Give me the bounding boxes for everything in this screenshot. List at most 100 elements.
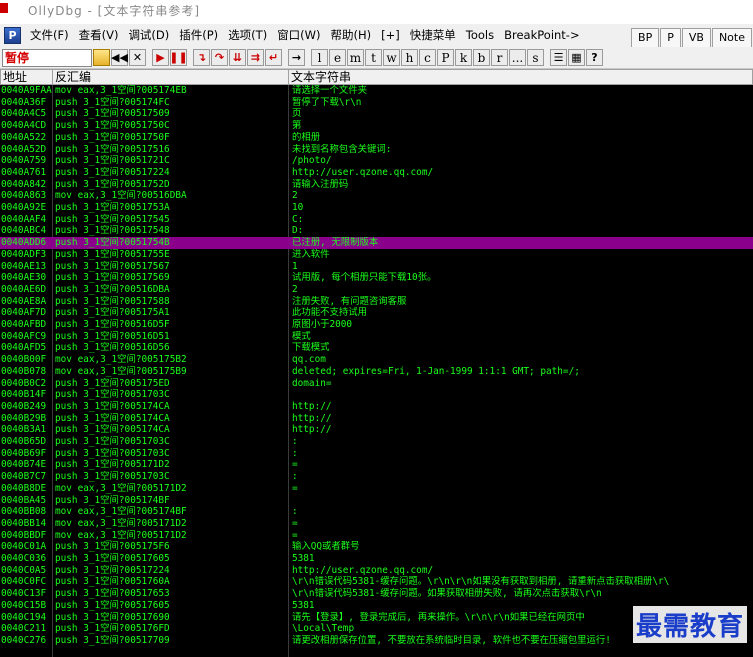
table-row[interactable]: 0040BBDF mov eax,3_1空间?005171D2 = (0, 530, 753, 542)
table-row[interactable]: 0040B14F push 3_1空间?0051703C (0, 389, 753, 401)
table-row[interactable]: 0040B69F push 3_1空间?0051703C: (0, 448, 753, 460)
references-button[interactable]: r (491, 49, 508, 66)
table-row[interactable]: 0040B8DE mov eax,3_1空间?005171D2 = (0, 483, 753, 495)
table-row[interactable]: 0040ABC4 push 3_1空间?00517548 D: (0, 225, 753, 237)
table-row[interactable]: 0040B3A1 push 3_1空间?005174CA http:// (0, 424, 753, 436)
grid-icon[interactable]: ▦ (568, 49, 585, 66)
table-row[interactable]: 0040C13F push 3_1空间?00517653 \r\n错误代码5381-… (0, 588, 753, 600)
step-over-icon[interactable]: ↷ (211, 49, 228, 66)
disasm-cell: push 3_1空间?00517605 (55, 553, 170, 564)
table-row[interactable]: 0040A52D push 3_1空间?00517516 未找到名称包含关键词: (0, 144, 753, 156)
tab-p[interactable]: P (660, 28, 681, 47)
pause-icon[interactable]: ❚❚ (169, 49, 188, 66)
table-row[interactable]: 0040AE8A push 3_1空间?00517588 注册失败, 有问题咨询客服 (0, 296, 753, 308)
table-row[interactable]: 0040B7C7 push 3_1空间?0051703C: (0, 471, 753, 483)
table-row[interactable]: 0040B0C2 push 3_1空间?005175ED domain= (0, 378, 753, 390)
execute-till-return-icon[interactable]: ↵ (265, 49, 282, 66)
table-row[interactable]: 0040C01A push 3_1空间?005175F6 输入QQ或者群号 (0, 541, 753, 553)
rewind-icon[interactable]: ◀◀ (111, 49, 128, 66)
table-row[interactable]: 0040A36F push 3_1空间?005174FC 暂停了下载\r\n (0, 97, 753, 109)
app-p-icon[interactable]: P (4, 27, 21, 44)
column-header-text[interactable]: 文本字符串 (288, 69, 753, 85)
table-row[interactable]: 0040B249 push 3_1空间?005174CA http:// (0, 401, 753, 413)
list-icon[interactable]: ☰ (550, 49, 567, 66)
table-row[interactable]: 0040B65D push 3_1空间?0051703C: (0, 436, 753, 448)
patches-button[interactable]: P (437, 49, 454, 66)
cpu-button[interactable]: c (419, 49, 436, 66)
menu-plus[interactable]: [+] (376, 25, 405, 46)
trace-into-icon[interactable]: ⇊ (229, 49, 246, 66)
menu-window[interactable]: 窗口(W) (272, 25, 325, 46)
table-row[interactable]: 0040AFC9 push 3_1空间?00516D51 模式 (0, 331, 753, 343)
column-header-disasm[interactable]: 反汇编 (52, 69, 289, 85)
table-row[interactable]: 0040B00F mov eax,3_1空间?005175B2 qq.com (0, 354, 753, 366)
table-row[interactable]: 0040AE30 push 3_1空间?00517569 试用版, 每个相册只能下载… (0, 272, 753, 284)
run-icon[interactable]: ▶ (152, 49, 169, 66)
column-header-address[interactable]: 地址 (0, 69, 53, 85)
trace-over-icon[interactable]: ⇉ (247, 49, 264, 66)
handles-button[interactable]: h (401, 49, 418, 66)
table-row[interactable]: 0040A761 push 3_1空间?00517224 http://user.q… (0, 167, 753, 179)
close-icon[interactable]: ✕ (129, 49, 146, 66)
table-row[interactable]: 0040AE13 push 3_1空间?00517567 1 (0, 261, 753, 273)
table-row[interactable]: 0040A4CD push 3_1空间?0051750C 第 (0, 120, 753, 132)
table-row[interactable]: 0040B078 mov eax,3_1空间?005175B9 deleted; e… (0, 366, 753, 378)
table-row[interactable]: 0040BA45 push 3_1空间?005174BF (0, 495, 753, 507)
table-row[interactable]: 0040C0FC push 3_1空间?0051760A \r\n错误代码5381-… (0, 576, 753, 588)
breakpoints-button[interactable]: b (473, 49, 490, 66)
table-row[interactable]: 0040B74E push 3_1空间?005171D2 = (0, 459, 753, 471)
menu-plugins[interactable]: 插件(P) (174, 25, 223, 46)
tab-bp[interactable]: BP (631, 28, 660, 47)
disasm-cell: push 3_1空间?00517709 (55, 634, 170, 646)
address-cell: 0040AFBD (1, 319, 47, 330)
menu-tools[interactable]: Tools (461, 25, 499, 46)
table-row[interactable]: 0040C036 push 3_1空间?00517605 5381 (0, 553, 753, 565)
menu-options[interactable]: 选项(T) (223, 25, 272, 46)
menu-view[interactable]: 查看(V) (74, 25, 124, 46)
help-icon[interactable]: ? (586, 49, 603, 66)
goto-icon[interactable]: → (288, 49, 305, 66)
open-folder-icon[interactable] (93, 49, 110, 66)
table-row[interactable]: 0040B29B push 3_1空间?005174CA http:// (0, 413, 753, 425)
table-row[interactable]: 0040A842 push 3_1空间?0051752D 请输入注册码 (0, 179, 753, 191)
table-row[interactable]: 0040BB14 mov eax,3_1空间?005171D2 = (0, 518, 753, 530)
menu-breakpoint[interactable]: BreakPoint-> (499, 25, 585, 46)
menu-shortcut[interactable]: 快捷菜单 (405, 25, 461, 46)
table-row[interactable]: 0040A863 mov eax,3_1空间?00516DBA 2 (0, 190, 753, 202)
executable-modules-button[interactable]: e (329, 49, 346, 66)
table-row[interactable]: 0040AF7D push 3_1空间?005175A1 此功能不支持试用 (0, 307, 753, 319)
table-row[interactable]: 0040A92E push 3_1空间?0051753A 10 (0, 202, 753, 214)
string-references-list[interactable]: 0040A9FAA mov eax,3_1空间?005174EB 请选择一个文件夹 0… (0, 85, 753, 657)
table-row[interactable]: 0040A4C5 push 3_1空间?00517509 页 (0, 108, 753, 120)
memory-map-button[interactable]: m (347, 49, 364, 66)
tab-vb[interactable]: VB (681, 28, 711, 47)
windows-button[interactable]: w (383, 49, 400, 66)
step-into-icon[interactable]: ↴ (193, 49, 210, 66)
source-button[interactable]: s (527, 49, 544, 66)
tab-note[interactable]: Note (711, 28, 752, 47)
log-button[interactable]: l (311, 49, 328, 66)
disasm-cell: push 3_1空间?0051754B (55, 237, 170, 249)
table-row[interactable]: 0040A522 push 3_1空间?0051750F 的相册 (0, 132, 753, 144)
text-cell: = (292, 529, 298, 541)
table-row[interactable]: 0040AE6D push 3_1空间?00516DBA 2 (0, 284, 753, 296)
text-cell: http://user.qzone.qq.com/ (292, 564, 434, 576)
text-cell: 页 (292, 108, 302, 120)
table-row[interactable]: 0040AFD5 push 3_1空间?00516D56 下载模式 (0, 342, 753, 354)
table-row[interactable]: 0040A759 push 3_1空间?0051721C/photo/ (0, 155, 753, 167)
threads-button[interactable]: t (365, 49, 382, 66)
disasm-cell: push 3_1空间?00516D56 (55, 342, 170, 354)
table-row[interactable]: 0040AFBD push 3_1空间?00516D5F 原图小于2000 (0, 319, 753, 331)
table-row[interactable]: 0040A9FAA mov eax,3_1空间?005174EB 请选择一个文件夹 (0, 85, 753, 97)
table-row-selected[interactable]: 0040ADD6 push 3_1空间?0051754B 已注册, 无限制版本 (0, 237, 753, 249)
run-trace-button[interactable]: ... (509, 49, 526, 66)
menu-debug[interactable]: 调试(D) (123, 25, 174, 46)
table-row[interactable]: 0040AAF4 push 3_1空间?00517545 C: (0, 214, 753, 226)
menu-help[interactable]: 帮助(H) (326, 25, 377, 46)
table-row[interactable]: 0040ADF3 push 3_1空间?0051755E 进入软件 (0, 249, 753, 261)
call-stack-button[interactable]: k (455, 49, 472, 66)
address-cell: 0040C0FC (1, 576, 47, 588)
table-row[interactable]: 0040C0A5 push 3_1空间?00517224 http://user.q… (0, 565, 753, 577)
menu-file[interactable]: 文件(F) (25, 25, 74, 46)
table-row[interactable]: 0040BB08 mov eax,3_1空间?005174BF: (0, 506, 753, 518)
